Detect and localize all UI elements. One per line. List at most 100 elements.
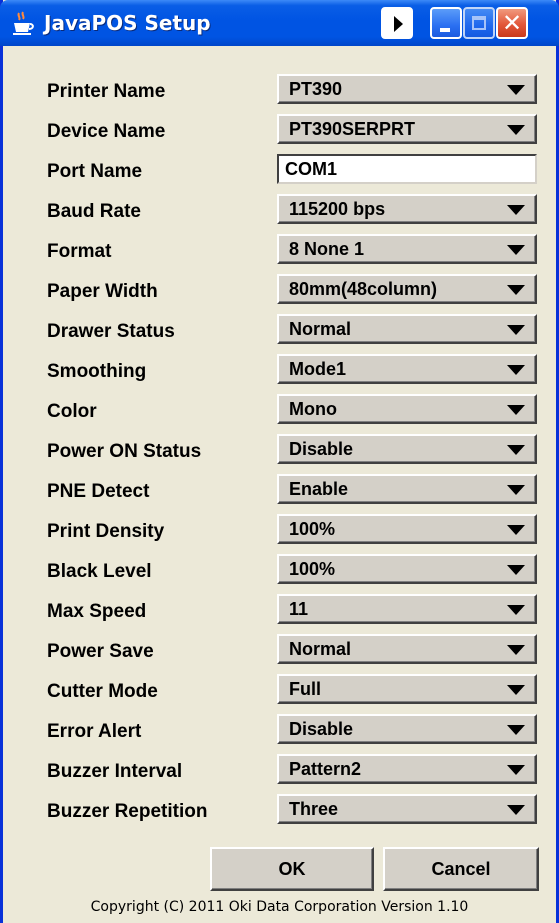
smoothing-selected-value: Mode1 xyxy=(289,359,347,379)
dropdown-arrow-icon[interactable] xyxy=(507,205,525,215)
dropdown-arrow-icon[interactable] xyxy=(507,365,525,375)
field-label-print-density: Print Density xyxy=(47,521,165,542)
field-label-paper-width: Paper Width xyxy=(47,281,158,302)
dropdown-arrow-icon[interactable] xyxy=(507,805,525,815)
field-row-error-alert: Error Alert Disable xyxy=(3,714,556,744)
ok-button[interactable]: OK xyxy=(210,847,374,891)
copyright-text: Copyright (C) 2011 Oki Data Corporation … xyxy=(90,899,469,915)
cancel-button[interactable]: Cancel xyxy=(383,847,539,891)
window-title: JavaPOS Setup xyxy=(44,11,211,35)
baud-rate-selected-value: 115200 bps xyxy=(289,199,386,219)
field-row-paper-width: Paper Width 80mm(48column) xyxy=(3,274,556,304)
field-row-format: Format 8 None 1 xyxy=(3,234,556,264)
title-bar[interactable]: JavaPOS Setup ✕ xyxy=(0,0,559,46)
field-row-print-density: Print Density 100% xyxy=(3,514,556,544)
dropdown-arrow-icon[interactable] xyxy=(507,645,525,655)
cutter-mode-dropdown[interactable]: Full xyxy=(277,674,537,704)
power-save-selected-value: Normal xyxy=(289,639,352,659)
dropdown-arrow-icon[interactable] xyxy=(507,285,525,295)
field-label-max-speed: Max Speed xyxy=(47,601,147,622)
smoothing-dropdown[interactable]: Mode1 xyxy=(277,354,537,384)
field-label-color: Color xyxy=(47,401,97,422)
color-dropdown[interactable]: Mono xyxy=(277,394,537,424)
power-on-status-selected-value: Disable xyxy=(289,439,354,459)
format-dropdown[interactable]: 8 None 1 xyxy=(277,234,537,264)
dropdown-arrow-icon[interactable] xyxy=(507,685,525,695)
dropdown-arrow-icon[interactable] xyxy=(507,85,525,95)
dropdown-arrow-icon[interactable] xyxy=(507,245,525,255)
field-row-buzzer-repetition: Buzzer Repetition Three xyxy=(3,794,556,824)
power-save-dropdown[interactable]: Normal xyxy=(277,634,537,664)
dropdown-arrow-icon[interactable] xyxy=(507,125,525,135)
pne-detect-selected-value: Enable xyxy=(289,479,349,499)
minimize-icon xyxy=(440,28,450,32)
pne-detect-dropdown[interactable]: Enable xyxy=(277,474,537,504)
field-row-power-on-status: Power ON Status Disable xyxy=(3,434,556,464)
field-row-black-level: Black Level 100% xyxy=(3,554,556,584)
drawer-status-dropdown[interactable]: Normal xyxy=(277,314,537,344)
paper-width-selected-value: 80mm(48column) xyxy=(289,279,438,299)
dropdown-arrow-icon[interactable] xyxy=(507,605,525,615)
field-row-power-save: Power Save Normal xyxy=(3,634,556,664)
drawer-status-selected-value: Normal xyxy=(289,319,352,339)
black-level-selected-value: 100% xyxy=(289,559,336,579)
close-icon: ✕ xyxy=(501,9,523,37)
max-speed-dropdown[interactable]: 11 xyxy=(277,594,537,624)
field-row-baud-rate: Baud Rate 115200 bps xyxy=(3,194,556,224)
close-button[interactable]: ✕ xyxy=(496,7,528,39)
field-row-buzzer-interval: Buzzer Interval Pattern2 xyxy=(3,754,556,784)
dropdown-arrow-icon[interactable] xyxy=(507,565,525,575)
field-label-error-alert: Error Alert xyxy=(47,721,142,742)
dropdown-arrow-icon[interactable] xyxy=(507,405,525,415)
menu-arrow-icon xyxy=(394,16,403,32)
buzzer-repetition-dropdown[interactable]: Three xyxy=(277,794,537,824)
field-label-printer-name: Printer Name xyxy=(47,81,166,102)
javapos-setup-window: JavaPOS Setup ✕ Printer Name PT390 Device … xyxy=(0,0,559,923)
field-row-max-speed: Max Speed 11 xyxy=(3,594,556,624)
dropdown-arrow-icon[interactable] xyxy=(507,445,525,455)
power-on-status-dropdown[interactable]: Disable xyxy=(277,434,537,464)
device-name-dropdown[interactable]: PT390SERPRT xyxy=(277,114,537,144)
baud-rate-dropdown[interactable]: 115200 bps xyxy=(277,194,537,224)
field-label-drawer-status: Drawer Status xyxy=(47,321,175,342)
menu-arrow-button[interactable] xyxy=(381,7,413,39)
field-row-pne-detect: PNE Detect Enable xyxy=(3,474,556,504)
field-label-cutter-mode: Cutter Mode xyxy=(47,681,158,702)
dropdown-arrow-icon[interactable] xyxy=(507,765,525,775)
dropdown-arrow-icon[interactable] xyxy=(507,325,525,335)
error-alert-dropdown[interactable]: Disable xyxy=(277,714,537,744)
paper-width-dropdown[interactable]: 80mm(48column) xyxy=(277,274,537,304)
color-selected-value: Mono xyxy=(289,399,337,419)
field-row-cutter-mode: Cutter Mode Full xyxy=(3,674,556,704)
dropdown-arrow-icon[interactable] xyxy=(507,525,525,535)
field-row-device-name: Device Name PT390SERPRT xyxy=(3,114,556,144)
dropdown-arrow-icon[interactable] xyxy=(507,725,525,735)
buzzer-interval-dropdown[interactable]: Pattern2 xyxy=(277,754,537,784)
field-label-smoothing: Smoothing xyxy=(47,361,147,382)
field-label-power-save: Power Save xyxy=(47,641,154,662)
field-label-format: Format xyxy=(47,241,112,262)
device-name-selected-value: PT390SERPRT xyxy=(289,119,416,139)
maximize-button[interactable] xyxy=(463,7,495,39)
black-level-dropdown[interactable]: 100% xyxy=(277,554,537,584)
dropdown-arrow-icon[interactable] xyxy=(507,485,525,495)
field-label-buzzer-interval: Buzzer Interval xyxy=(47,761,183,782)
print-density-dropdown[interactable]: 100% xyxy=(277,514,537,544)
field-label-power-on-status: Power ON Status xyxy=(47,441,202,462)
field-row-smoothing: Smoothing Mode1 xyxy=(3,354,556,384)
field-label-device-name: Device Name xyxy=(47,121,166,142)
port-name-input[interactable]: COM1 xyxy=(277,154,537,184)
printer-name-dropdown[interactable]: PT390 xyxy=(277,74,537,104)
max-speed-selected-value: 11 xyxy=(289,599,309,619)
port-name-input-value: COM1 xyxy=(285,159,338,179)
field-row-port-name: Port Name COM1 xyxy=(3,154,556,184)
field-label-buzzer-repetition: Buzzer Repetition xyxy=(47,801,208,822)
field-label-baud-rate: Baud Rate xyxy=(47,201,141,222)
error-alert-selected-value: Disable xyxy=(289,719,354,739)
printer-name-selected-value: PT390 xyxy=(289,79,343,99)
buzzer-repetition-selected-value: Three xyxy=(289,799,339,819)
minimize-button[interactable] xyxy=(430,7,462,39)
maximize-icon xyxy=(472,16,486,30)
print-density-selected-value: 100% xyxy=(289,519,336,539)
buzzer-interval-selected-value: Pattern2 xyxy=(289,759,362,779)
